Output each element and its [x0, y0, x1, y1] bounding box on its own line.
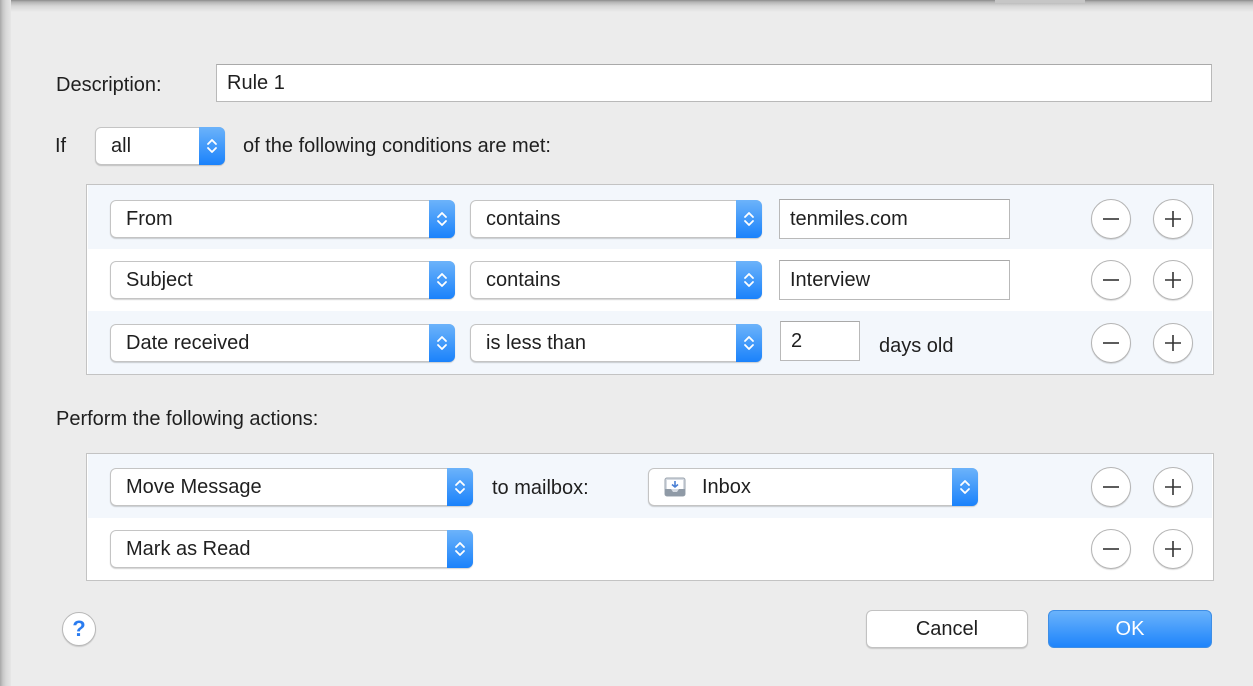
- condition-days-field[interactable]: 2: [780, 321, 860, 361]
- mailbox-value: Inbox: [702, 475, 751, 498]
- chevron-updown-icon: [736, 261, 762, 299]
- description-value: Rule 1: [227, 72, 285, 94]
- condition-field-value: Date received: [126, 331, 250, 354]
- mailbox-select[interactable]: Inbox: [648, 468, 978, 506]
- condition-operator-value: is less than: [486, 331, 587, 354]
- condition-field-select[interactable]: Date received: [110, 324, 455, 362]
- plus-icon: [1165, 272, 1181, 288]
- if-label: If: [55, 135, 67, 157]
- chevron-updown-icon: [429, 324, 455, 362]
- minus-icon: [1103, 548, 1119, 550]
- condition-value-field[interactable]: Interview: [779, 260, 1010, 300]
- mailbox-inbox-icon: [664, 476, 686, 498]
- cancel-button[interactable]: Cancel: [866, 610, 1028, 648]
- condition-value-text: 2: [791, 330, 803, 352]
- rule-editor-sheet: Description: Rule 1 If all of the follow…: [0, 0, 1253, 686]
- remove-action-button[interactable]: [1091, 529, 1131, 569]
- remove-condition-button[interactable]: [1091, 199, 1131, 239]
- condition-operator-select[interactable]: contains: [470, 261, 762, 299]
- condition-operator-select[interactable]: is less than: [470, 324, 762, 362]
- chevron-updown-icon: [199, 127, 225, 165]
- condition-operator-value: contains: [486, 268, 561, 291]
- condition-value-field[interactable]: tenmiles.com: [779, 199, 1010, 239]
- window-left-edge: [0, 0, 11, 686]
- condition-field-select[interactable]: Subject: [110, 261, 455, 299]
- chevron-updown-icon: [447, 468, 473, 506]
- help-button[interactable]: ?: [62, 612, 96, 646]
- chevron-updown-icon: [447, 530, 473, 568]
- action-select[interactable]: Move Message: [110, 468, 473, 506]
- plus-icon: [1165, 541, 1181, 557]
- plus-icon: [1165, 479, 1181, 495]
- action-value: Move Message: [126, 475, 262, 498]
- question-mark-icon: ?: [72, 616, 86, 641]
- window-top-edge-highlight: [995, 0, 1085, 3]
- chevron-updown-icon: [736, 200, 762, 238]
- ok-button[interactable]: OK: [1048, 610, 1212, 648]
- add-condition-button[interactable]: [1153, 260, 1193, 300]
- minus-icon: [1103, 218, 1119, 220]
- remove-action-button[interactable]: [1091, 467, 1131, 507]
- remove-condition-button[interactable]: [1091, 260, 1131, 300]
- add-condition-button[interactable]: [1153, 199, 1193, 239]
- condition-field-select[interactable]: From: [110, 200, 455, 238]
- add-action-button[interactable]: [1153, 467, 1193, 507]
- remove-condition-button[interactable]: [1091, 323, 1131, 363]
- chevron-updown-icon: [429, 261, 455, 299]
- chevron-updown-icon: [736, 324, 762, 362]
- plus-icon: [1165, 211, 1181, 227]
- to-mailbox-label: to mailbox:: [492, 477, 589, 499]
- action-select[interactable]: Mark as Read: [110, 530, 473, 568]
- chevron-updown-icon: [952, 468, 978, 506]
- condition-operator-value: contains: [486, 207, 561, 230]
- minus-icon: [1103, 486, 1119, 488]
- chevron-updown-icon: [429, 200, 455, 238]
- condition-operator-select[interactable]: contains: [470, 200, 762, 238]
- plus-icon: [1165, 335, 1181, 351]
- condition-field-value: Subject: [126, 268, 193, 291]
- days-old-label: days old: [879, 335, 954, 357]
- description-field[interactable]: Rule 1: [216, 64, 1212, 102]
- description-label: Description:: [56, 74, 162, 96]
- condition-value-text: tenmiles.com: [790, 208, 908, 230]
- actions-header-label: Perform the following actions:: [56, 408, 319, 430]
- minus-icon: [1103, 342, 1119, 344]
- conditions-header-label: of the following conditions are met:: [243, 135, 551, 157]
- add-condition-button[interactable]: [1153, 323, 1193, 363]
- match-select[interactable]: all: [95, 127, 225, 165]
- add-action-button[interactable]: [1153, 529, 1193, 569]
- condition-field-value: From: [126, 207, 173, 230]
- action-value: Mark as Read: [126, 537, 251, 560]
- condition-value-text: Interview: [790, 269, 871, 291]
- minus-icon: [1103, 279, 1119, 281]
- match-select-value: all: [111, 134, 132, 157]
